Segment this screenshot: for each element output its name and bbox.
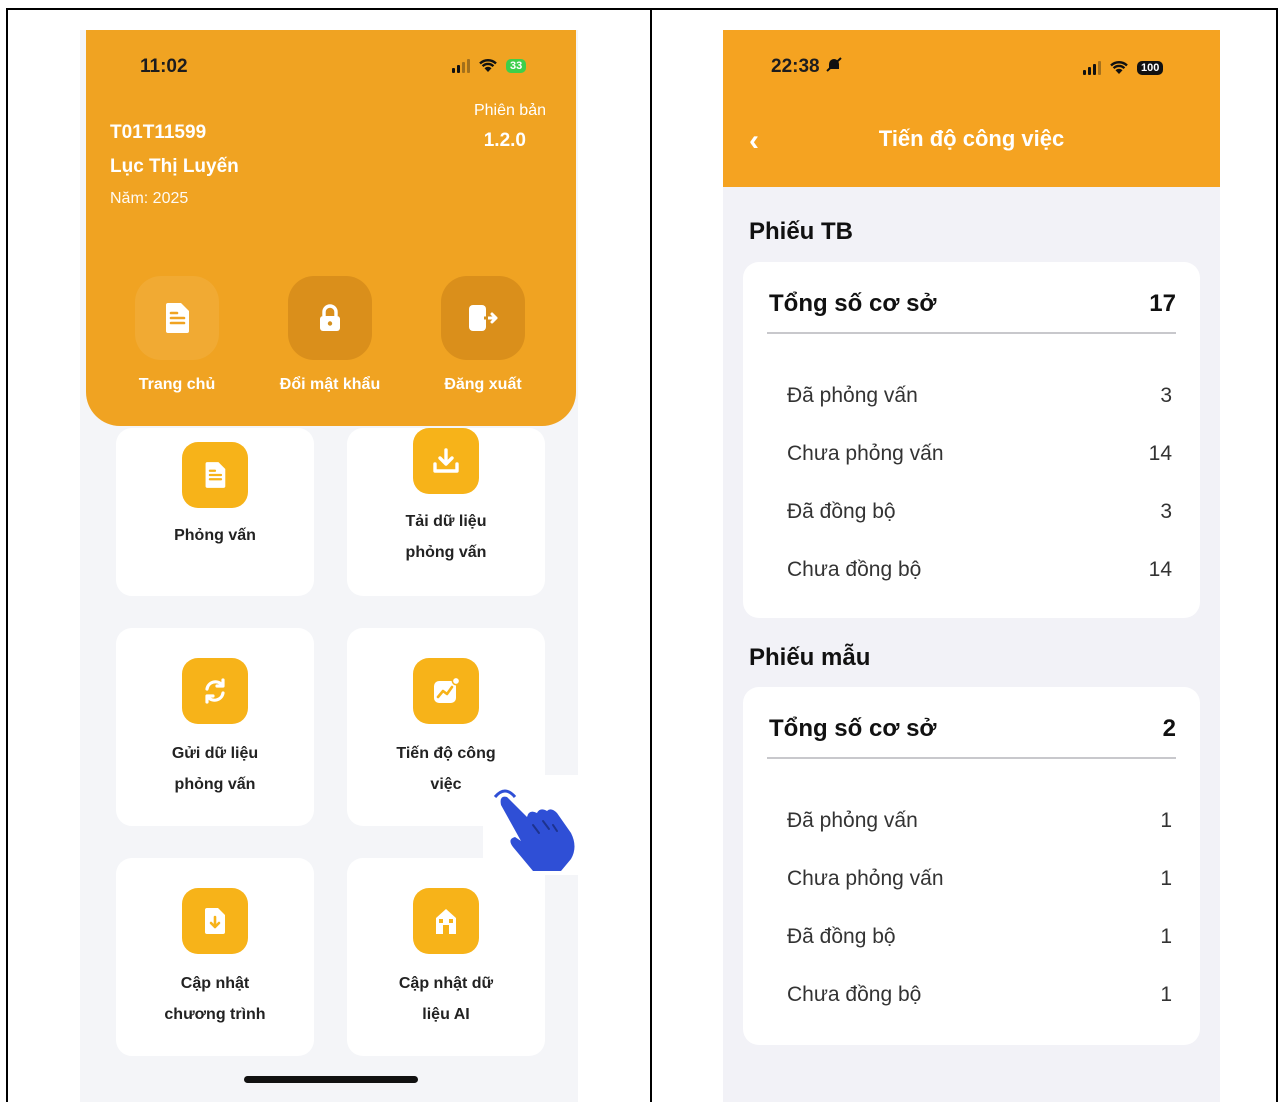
- total-value: 2: [1162, 715, 1176, 742]
- stat-row: Chưa đồng bộ 14: [787, 558, 1172, 581]
- stat-row: Chưa phỏng vấn 14: [787, 442, 1172, 465]
- battery-icon: 100: [1137, 60, 1164, 75]
- profile-header: 11:02 33 T01T11599 Lục Thị Luyến Năm: 20…: [86, 30, 576, 426]
- signal-icon: [452, 58, 470, 73]
- total-label: Tổng số cơ sở: [769, 715, 937, 742]
- panel-divider: [650, 8, 652, 1102]
- home-screen: 11:02 33 T01T11599 Lục Thị Luyến Năm: 20…: [80, 30, 578, 1102]
- version-label: Phiên bản: [473, 102, 546, 119]
- tile-update-ai-data[interactable]: Cập nhật dữ liệu AI: [347, 858, 545, 1056]
- stats-card: Tổng số cơ sở 2 Đã phỏng vấn 1 Chưa phỏng…: [743, 687, 1200, 1045]
- total-row: Tổng số cơ sở 2: [769, 715, 1176, 743]
- total-row: Tổng số cơ sở 17: [769, 290, 1176, 318]
- battery-icon: 33: [506, 58, 527, 73]
- stat-row: Đã đồng bộ 3: [787, 500, 1172, 523]
- logout-label: Đăng xuất: [444, 376, 522, 393]
- document-icon: [166, 303, 189, 333]
- stat-row: Đã phỏng vấn 3: [787, 384, 1172, 407]
- stat-row: Đã đồng bộ 1: [787, 925, 1172, 948]
- tile-send-data[interactable]: Gửi dữ liệu phỏng vấn: [116, 628, 314, 826]
- page-title: Tiến độ công việc: [878, 126, 1065, 151]
- bell-slash-icon: [826, 57, 842, 72]
- logout-icon: [469, 305, 498, 331]
- home-button[interactable]: [135, 276, 219, 360]
- chart-icon: [413, 658, 479, 724]
- total-value: 17: [1149, 290, 1176, 317]
- user-year: Năm: 2025: [110, 190, 189, 207]
- tile-label-line2: phỏng vấn: [174, 776, 256, 793]
- stats-card: Tổng số cơ sở 17 Đã phỏng vấn 3 Chưa phỏn…: [743, 262, 1200, 618]
- logout-button[interactable]: [441, 276, 525, 360]
- signal-icon: [1083, 60, 1101, 75]
- building-icon: [413, 888, 479, 954]
- update-file-icon: [182, 888, 248, 954]
- tile-label-line2: phỏng vấn: [405, 544, 487, 561]
- status-icons: 33: [452, 58, 527, 73]
- tile-label-line2: liệu AI: [422, 1006, 470, 1023]
- wifi-icon: [1110, 61, 1128, 74]
- stat-row: Chưa đồng bộ 1: [787, 983, 1172, 1006]
- tile-interview[interactable]: Phỏng vấn: [116, 428, 314, 596]
- stat-row: Đã phỏng vấn 1: [787, 809, 1172, 832]
- total-label: Tổng số cơ sở: [769, 290, 937, 317]
- change-password-label: Đổi mật khẩu: [279, 376, 381, 393]
- tile-download-data[interactable]: Tải dữ liệu phỏng vấn: [347, 428, 545, 596]
- divider: [767, 332, 1176, 334]
- status-icons: 100: [1083, 60, 1164, 75]
- nav-bar: 22:38 100 ‹ Tiến độ công việc: [723, 30, 1220, 187]
- tile-update-app[interactable]: Cập nhật chương trình: [116, 858, 314, 1056]
- change-password-button[interactable]: [288, 276, 372, 360]
- lock-icon: [320, 304, 340, 331]
- tile-label-line1: Tiến độ công: [396, 745, 496, 762]
- stat-row: Chưa phỏng vấn 1: [787, 867, 1172, 890]
- version-number: 1.2.0: [483, 130, 526, 151]
- user-name: Lục Thị Luyến: [110, 156, 239, 177]
- tile-label-line1: Gửi dữ liệu: [171, 745, 259, 762]
- status-time: 11:02: [140, 56, 188, 77]
- section-title: Phiếu TB: [749, 218, 854, 245]
- wifi-icon: [479, 59, 497, 72]
- home-indicator: [244, 1076, 418, 1083]
- status-time: 22:38: [771, 56, 843, 78]
- sync-icon: [182, 658, 248, 724]
- tile-label-line1: Cập nhật: [180, 975, 250, 992]
- home-label: Trang chủ: [138, 376, 216, 393]
- pointer-hand-icon: [483, 775, 578, 875]
- tile-label-line1: Tải dữ liệu: [405, 513, 487, 530]
- download-icon: [413, 428, 479, 494]
- tile-label-line1: Cập nhật dữ: [398, 975, 494, 992]
- tile-label-line2: chương trình: [164, 1006, 266, 1023]
- tile-label: Phỏng vấn: [174, 527, 256, 544]
- section-title: Phiếu mẫu: [749, 644, 871, 671]
- user-code: T01T11599: [110, 122, 207, 143]
- document-icon: [182, 442, 248, 508]
- divider: [767, 757, 1176, 759]
- progress-screen: 22:38 100 ‹ Tiến độ công việc Phiếu TB T…: [723, 30, 1220, 1102]
